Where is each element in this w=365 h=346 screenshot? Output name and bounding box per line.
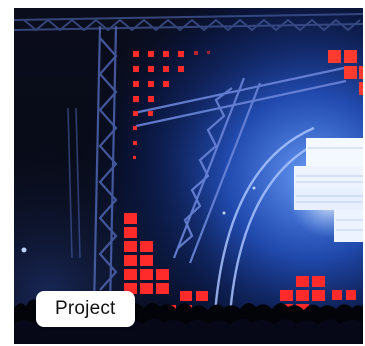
project-card[interactable]: Project bbox=[14, 8, 363, 344]
project-tag-button[interactable]: Project bbox=[36, 291, 135, 327]
project-tag-label: Project bbox=[55, 298, 116, 319]
